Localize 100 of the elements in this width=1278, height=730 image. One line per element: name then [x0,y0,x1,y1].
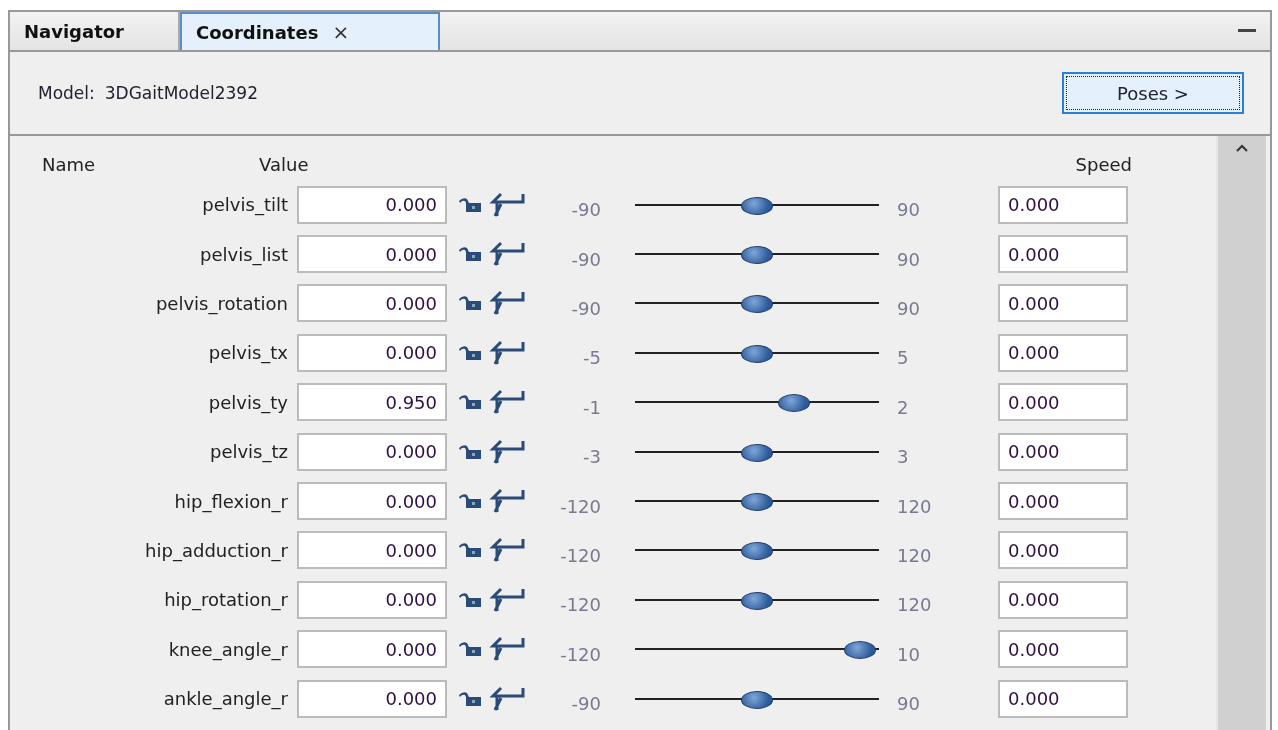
value-field[interactable]: 0.000 [297,432,447,471]
value-field[interactable]: 0.950 [297,383,447,422]
speed-field[interactable]: 0.000 [998,383,1128,422]
max-label: 5 [896,347,910,369]
value-field[interactable]: 0.000 [297,531,447,570]
max-label: 120 [896,544,933,566]
coordinate-name: pelvis_tilt [202,194,288,216]
min-label: -5 [582,347,602,369]
min-label: -90 [570,199,602,221]
lock-icon[interactable] [457,196,483,213]
min-label: -90 [570,248,602,270]
clamp-icon[interactable] [489,241,525,268]
max-label: 10 [896,643,921,665]
clamp-icon[interactable] [489,537,525,564]
minimize-icon[interactable] [1238,29,1256,33]
lock-icon[interactable] [457,443,483,460]
slider[interactable] [635,540,879,561]
value-field[interactable]: 0.000 [297,580,447,619]
value-field[interactable]: 0.000 [297,679,447,718]
slider-thumb[interactable] [741,542,773,561]
min-label: -120 [559,594,602,616]
coordinate-name: hip_adduction_r [145,539,288,561]
coordinate-name: knee_angle_r [168,638,288,660]
lock-icon[interactable] [457,295,483,312]
slider[interactable] [635,244,879,265]
min-label: -120 [559,495,602,517]
speed-field[interactable]: 0.000 [998,284,1128,323]
lock-icon[interactable] [457,591,483,608]
coordinate-name: pelvis_rotation [155,292,288,314]
min-label: -120 [559,643,602,665]
lock-icon[interactable] [457,690,483,707]
speed-field[interactable]: 0.000 [998,580,1128,619]
clamp-icon[interactable] [489,636,525,663]
column-header: Value [259,154,309,177]
clamp-icon[interactable] [489,290,525,317]
max-label: 90 [896,693,921,715]
slider[interactable] [635,293,879,314]
scroll-up-icon[interactable] [1236,144,1248,152]
value-field[interactable]: 0.000 [297,482,447,521]
model-name: 3DGaitModel2392 [104,83,258,103]
coordinate-name: pelvis_tz [209,441,288,463]
poses-button[interactable]: Poses > [1062,72,1244,114]
min-label: -1 [582,396,602,418]
slider-thumb[interactable] [741,344,773,363]
slider-thumb[interactable] [741,443,773,462]
tab[interactable]: Coordinates × [180,12,440,50]
slider-thumb[interactable] [777,394,810,413]
max-label: 120 [896,495,933,517]
clamp-icon[interactable] [489,685,525,712]
value-field[interactable]: 0.000 [297,630,447,669]
slider-thumb[interactable] [741,196,773,215]
slider-thumb[interactable] [741,246,773,265]
lock-icon[interactable] [457,246,483,263]
max-label: 90 [896,199,921,221]
speed-field[interactable]: 0.000 [998,482,1128,521]
clamp-icon[interactable] [489,191,525,218]
max-label: 3 [896,446,910,468]
speed-field[interactable]: 0.000 [998,679,1128,718]
max-label: 120 [896,594,933,616]
min-label: -90 [570,693,602,715]
value-field[interactable]: 0.000 [297,235,447,274]
speed-field[interactable]: 0.000 [998,235,1128,274]
speed-field[interactable]: 0.000 [998,432,1128,471]
column-header: Name [42,154,96,177]
lock-icon[interactable] [457,542,483,559]
column-header: Speed [1075,154,1132,177]
clamp-icon[interactable] [489,339,525,366]
coordinate-name: pelvis_ty [208,391,288,413]
value-field[interactable]: 0.000 [297,284,447,323]
scrollbar[interactable] [1216,136,1266,730]
value-field[interactable]: 0.000 [297,185,447,224]
slider-thumb[interactable] [741,295,773,314]
close-icon[interactable]: × [332,20,350,44]
lock-icon[interactable] [457,493,483,510]
lock-icon[interactable] [457,344,483,361]
speed-field[interactable]: 0.000 [998,630,1128,669]
min-label: -120 [559,544,602,566]
value-field[interactable]: 0.000 [297,333,447,372]
slider-thumb[interactable] [844,641,877,660]
min-label: -3 [582,446,602,468]
clamp-icon[interactable] [489,488,525,515]
lock-icon[interactable] [457,394,483,411]
max-label: 2 [896,396,910,418]
lock-icon[interactable] [457,641,483,658]
slider-thumb[interactable] [741,690,773,709]
speed-field[interactable]: 0.000 [998,185,1128,224]
coordinate-name: hip_rotation_r [164,589,288,611]
min-label: -90 [570,297,602,319]
speed-field[interactable]: 0.000 [998,531,1128,570]
coordinate-name: hip_flexion_r [174,490,288,512]
slider[interactable] [635,491,879,512]
speed-field[interactable]: 0.000 [998,333,1128,372]
clamp-icon[interactable] [489,586,525,613]
clamp-icon[interactable] [489,438,525,465]
max-label: 90 [896,297,921,319]
clamp-icon[interactable] [489,389,525,416]
slider-thumb[interactable] [741,591,773,610]
coordinate-name: pelvis_tx [208,342,288,364]
slider-thumb[interactable] [741,493,773,512]
coordinate-name: pelvis_list [200,243,288,265]
